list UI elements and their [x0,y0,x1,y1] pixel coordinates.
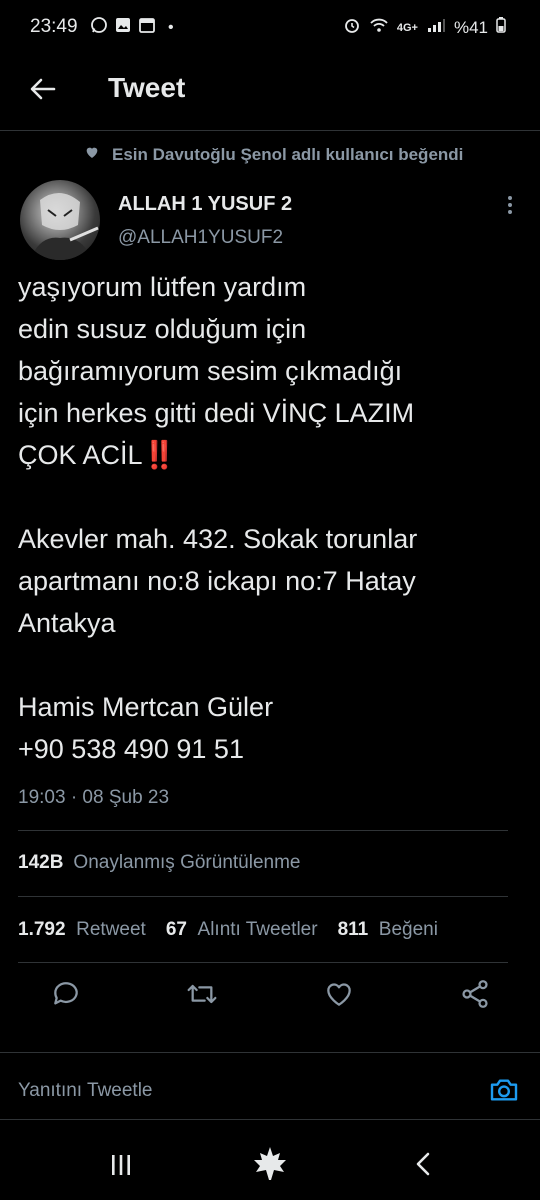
back-nav-icon[interactable] [410,1150,436,1183]
status-system-icons: 4G+ %41 [343,16,506,39]
wifi-icon [369,16,389,39]
views-label: Onaylanmış Görüntülenme [73,852,301,873]
likes-stat[interactable]: 811 Beğeni [338,919,438,941]
top-app-bar [0,56,540,131]
heart-outline-icon[interactable] [323,978,355,1015]
tweet-actions [18,978,523,1015]
views-row[interactable]: 142B Onaylanmış Görüntülenme [18,852,300,874]
whatsapp-icon [90,16,108,39]
gallery-icon [114,16,132,39]
social-context-text: Esin Davutoğlu Şenol adlı kullanıcı beğe… [112,144,464,164]
retweet-icon[interactable] [186,978,218,1015]
recent-apps-icon[interactable] [108,1152,134,1183]
social-context[interactable]: Esin Davutoğlu Şenol adlı kullanıcı beğe… [84,144,463,165]
arrow-left-icon[interactable] [28,74,58,104]
more-vertical-icon[interactable] [500,194,520,223]
quotes-label: Alıntı Tweetler [197,919,318,940]
author-handle[interactable]: @ALLAH1YUSUF2 [118,227,283,249]
retweets-label: Retweet [76,919,146,940]
home-icon[interactable] [250,1144,290,1189]
tweet-text: yaşıyorum lütfen yardım edin susuz olduğ… [18,272,418,764]
battery-icon [496,17,506,38]
tweet-timestamp[interactable]: 19:03 · 08 Şub 23 [18,787,169,809]
likes-label: Beğeni [378,919,438,940]
heart-icon [84,144,100,165]
signal-icon [426,17,446,38]
system-navigation-bar [0,1130,540,1200]
status-dot: • [168,18,174,36]
avatar[interactable] [20,180,100,260]
divider [18,962,508,963]
likes-count: 811 [337,919,369,940]
share-icon[interactable] [459,978,491,1015]
quotes-count: 67 [165,919,187,940]
author-name[interactable]: ALLAH 1 YUSUF 2 [118,193,292,216]
alarm-icon [343,16,361,39]
camera-icon[interactable] [488,1074,520,1111]
battery-percent: %41 [453,17,488,37]
status-notification-icons: • [90,16,174,39]
views-count: 142B [18,852,64,873]
network-type-label: 4G+ [396,21,418,34]
engagement-row: 1.792 Retweet 67 Alıntı Tweetler 811 Beğ… [18,919,438,941]
quotes-stat[interactable]: 67 Alıntı Tweetler [166,919,318,941]
status-time: 23:49 [30,16,78,37]
divider [18,830,508,831]
page-title: Tweet [108,72,186,103]
divider [18,896,508,897]
reply-icon[interactable] [50,978,82,1015]
retweets-count: 1.792 [18,919,66,940]
calendar-icon [138,16,156,39]
reply-input[interactable]: Yanıtını Tweetle [18,1080,153,1102]
status-bar: 23:49 • 4G+ %41 [0,0,540,56]
retweets-stat[interactable]: 1.792 Retweet [18,919,146,941]
